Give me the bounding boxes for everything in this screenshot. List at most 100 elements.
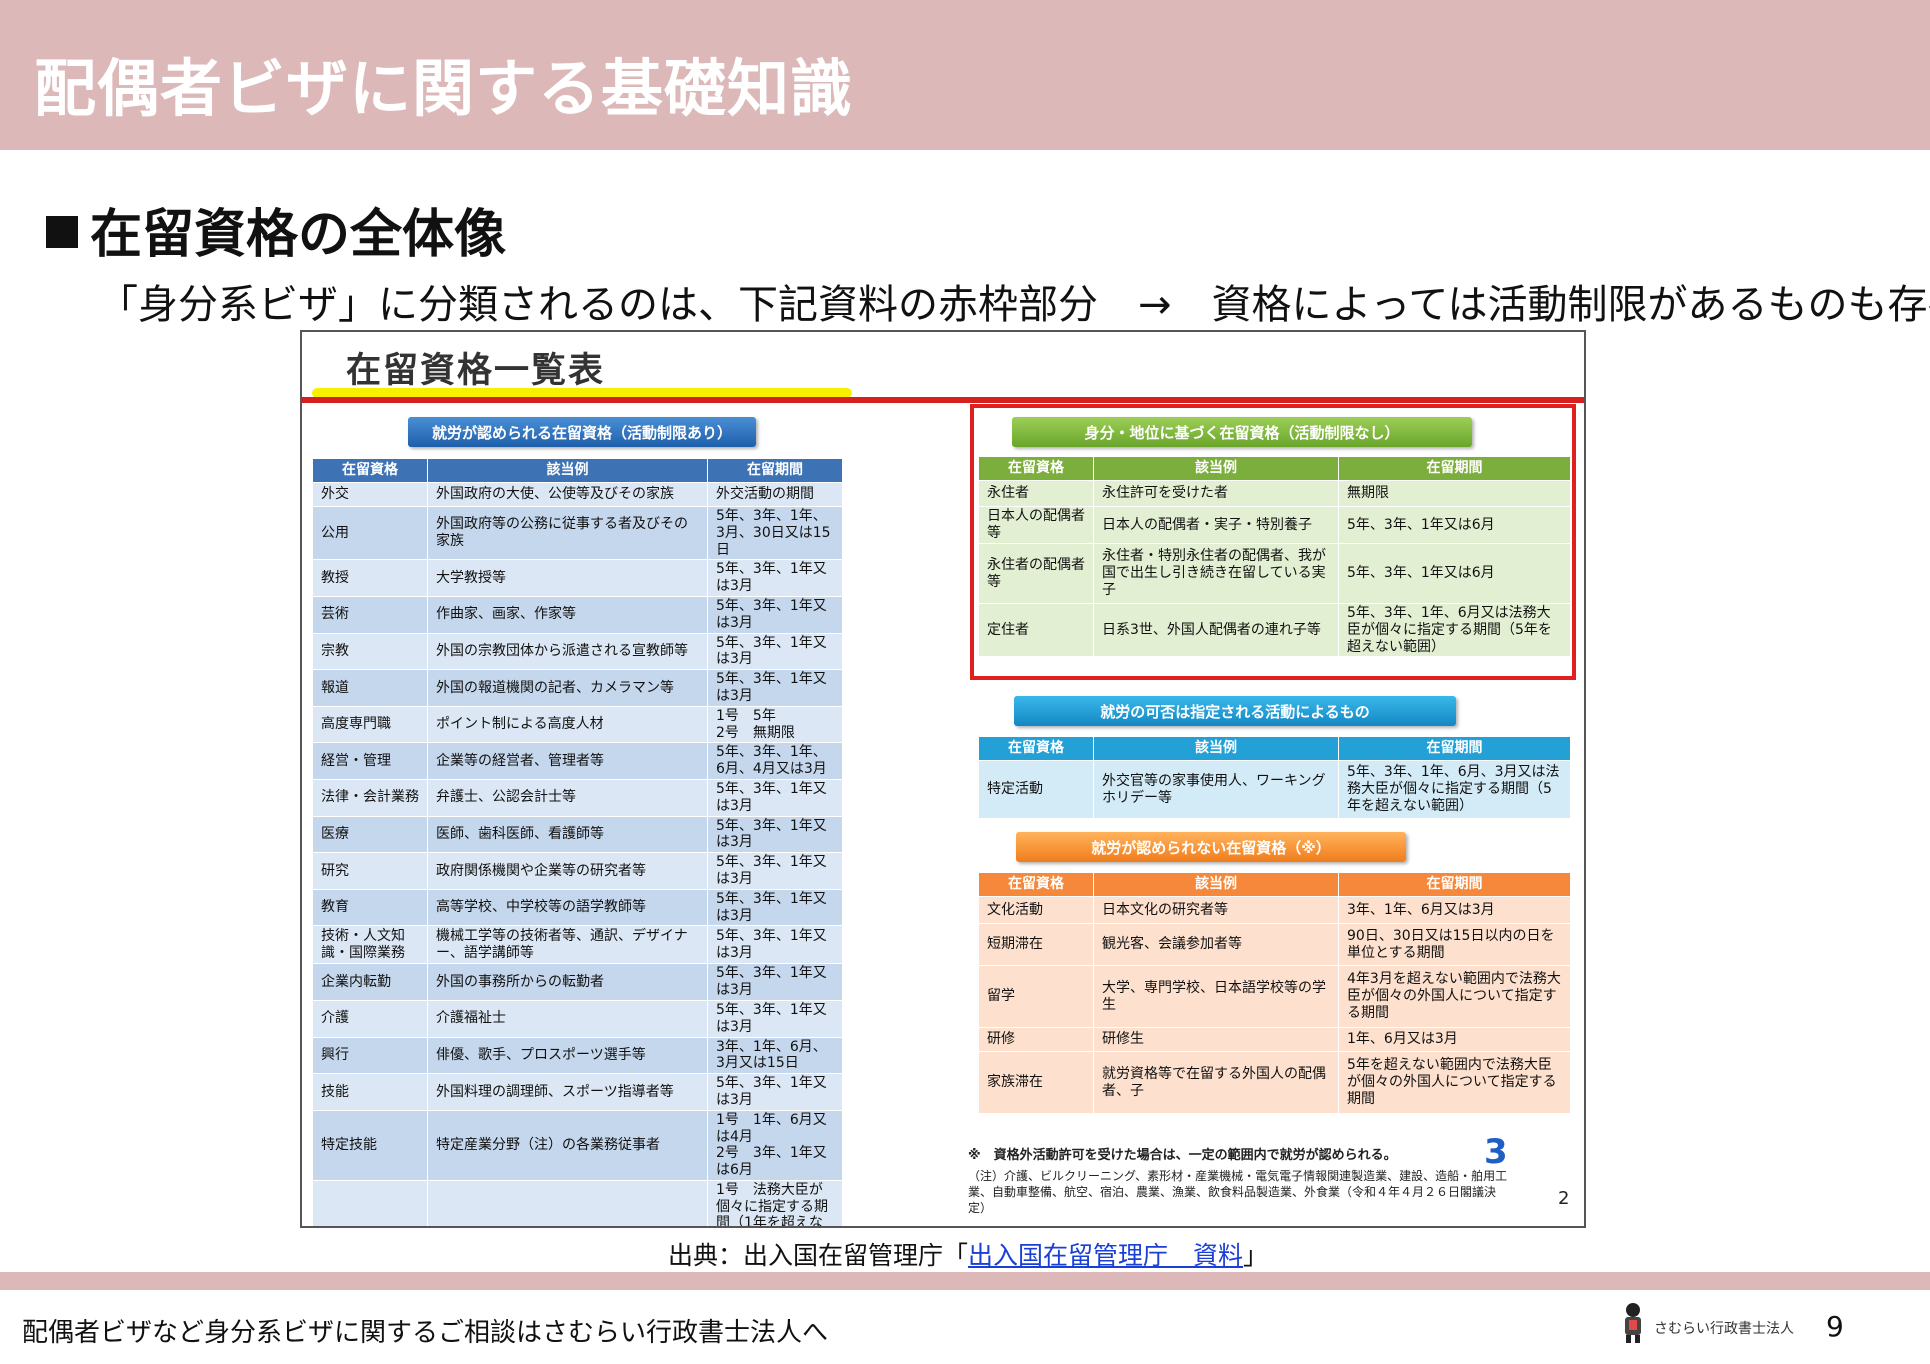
designated-activities-table: 在留資格 該当例 在留期間 特定活動 外交官等の家事使用人、ワーキングホリデー等 5年、3… xyxy=(978,736,1571,819)
slide-number-badge: 3 xyxy=(1484,1132,1508,1172)
header-bar: 配偶者ビザに関する基礎知識 xyxy=(0,0,1930,150)
period-cell: 4年3月を超えない範囲内で法務大臣が個々の外国人について指定する期間 xyxy=(1338,965,1571,1028)
example-cell: 外国政府等の公務に従事する者及びその家族 xyxy=(427,505,708,561)
table-row: 高度専門職 ポイント制による高度人材 1号 5年 2号 無期限 xyxy=(312,705,843,744)
square-bullet-icon xyxy=(46,216,78,248)
table-row: 家族滞在 就労資格等で在留する外国人の配偶者、子 5年を超えない範囲内で法務大臣が個… xyxy=(978,1051,1571,1114)
period-cell: 1号 5年 2号 無期限 xyxy=(707,705,843,744)
status-cell: 技術・人文知識・国際業務 xyxy=(312,925,428,965)
period-cell: 5年、3年、1年、3月、30日又は15日 xyxy=(707,505,843,561)
period-cell: 5年、3年、1年又は3月 xyxy=(707,559,843,597)
table-row: 研究 政府関係機関や企業等の研究者等 5年、3年、1年又は3月 xyxy=(312,852,843,890)
status-cell: 興行 xyxy=(312,1036,428,1075)
example-cell: 俳優、歌手、プロスポーツ選手等 xyxy=(427,1036,708,1075)
period-cell: 1号 1年、6月又は4月 2号 3年、1年又は6月 xyxy=(707,1109,843,1181)
table-row: 技術・人文知識・国際業務 機械工学等の技術者等、通訳、デザイナー、語学講師等 5年、… xyxy=(312,925,843,965)
table-row: 文化活動 日本文化の研究者等 3年、1年、6月又は3月 xyxy=(978,896,1571,924)
period-cell: 5年、3年、1年又は3月 xyxy=(707,888,843,927)
table-row: 技能実習技能実習生1号 法務大臣が個々に指定する期間（1年を超えない範囲） 2号… xyxy=(312,1179,843,1226)
example-cell: 大学教授等 xyxy=(427,559,708,597)
residence-status-document: 在留資格一覧表 就労が認められる在留資格（活動制限あり） 在留資格 該当例 在留期間… xyxy=(300,330,1586,1228)
table-row: 研修 研修生 1年、6月又は3月 xyxy=(978,1027,1571,1052)
status-cell: 医療 xyxy=(312,815,428,854)
table-row: 留学 大学、専門学校、日本語学校等の学生 4年3月を超えない範囲内で法務大臣が個々の… xyxy=(978,965,1571,1028)
period-cell: 5年、3年、1年、6月、4月又は3月 xyxy=(707,742,843,780)
table-row: 経営・管理 企業等の経営者、管理者等 5年、3年、1年、6月、4月又は3月 xyxy=(312,742,843,780)
period-cell: 5年を超えない範囲内で法務大臣が個々の外国人について指定する期間 xyxy=(1338,1051,1571,1114)
work-allowed-label: 就労が認められる在留資格（活動制限あり） xyxy=(408,417,756,447)
header-row: 在留資格 該当例 在留期間 xyxy=(978,872,1571,897)
table-row: 芸術 作曲家、画家、作家等 5年、3年、1年又は3月 xyxy=(312,595,843,634)
period-cell: 3年、1年、6月又は3月 xyxy=(1338,896,1571,924)
status-cell: 家族滞在 xyxy=(978,1051,1094,1114)
table-row: 企業内転勤 外国の事務所からの転勤者 5年、3年、1年又は3月 xyxy=(312,963,843,1001)
logo-text: さむらい行政書士法人 xyxy=(1654,1321,1794,1337)
period-cell: 5年、3年、1年又は3月 xyxy=(707,595,843,634)
example-cell: 外国料理の調理師、スポーツ指導者等 xyxy=(427,1073,708,1111)
example-cell: 日本文化の研究者等 xyxy=(1093,896,1339,924)
column-header: 該当例 xyxy=(1093,736,1339,761)
example-cell: 外国の宗教団体から派遣される宣教師等 xyxy=(427,632,708,671)
column-header: 該当例 xyxy=(1093,872,1339,897)
document-title: 在留資格一覧表 xyxy=(346,351,606,391)
header-row: 在留資格 該当例 在留期間 xyxy=(312,458,843,483)
header-row: 在留資格 該当例 在留期間 xyxy=(978,736,1571,761)
period-cell: 5年、3年、1年又は3月 xyxy=(707,1073,843,1111)
period-cell: 5年、3年、1年又は3月 xyxy=(707,632,843,671)
status-cell: 芸術 xyxy=(312,595,428,634)
table-row: 短期滞在 観光客、会議参加者等 90日、30日又は15日以内の日を単位とする期間 xyxy=(978,923,1571,966)
highlight-red-frame xyxy=(970,404,1576,680)
status-cell: 特定活動 xyxy=(978,760,1094,819)
page-number: 9 xyxy=(1826,1310,1844,1343)
period-cell: 90日、30日又は15日以内の日を単位とする期間 xyxy=(1338,923,1571,966)
column-header: 在留資格 xyxy=(312,458,428,483)
period-cell: 3年、1年、6月、3月又は15日 xyxy=(707,1036,843,1075)
section-heading-text: 在留資格の全体像 xyxy=(90,205,507,265)
status-cell: 公用 xyxy=(312,505,428,561)
status-cell: 技能実習 xyxy=(312,1179,428,1226)
table-row: 法律・会計業務 弁護士、公認会計士等 5年、3年、1年又は3月 xyxy=(312,778,843,817)
status-cell: 経営・管理 xyxy=(312,742,428,780)
status-cell: 法律・会計業務 xyxy=(312,778,428,817)
status-cell: 留学 xyxy=(978,965,1094,1028)
table-row: 教育 高等学校、中学校等の語学教師等 5年、3年、1年又は3月 xyxy=(312,888,843,927)
table-row: 特定活動 外交官等の家事使用人、ワーキングホリデー等 5年、3年、1年、6月、3月又… xyxy=(978,760,1571,819)
source-link[interactable]: 出入国在留管理庁 資料 xyxy=(968,1241,1243,1270)
footer-band xyxy=(0,1272,1930,1290)
period-cell: 1年、6月又は3月 xyxy=(1338,1027,1571,1052)
example-cell: 外国政府の大使、公使等及びその家族 xyxy=(427,482,708,507)
title-underline xyxy=(302,397,1584,403)
status-cell: 短期滞在 xyxy=(978,923,1094,966)
note-sub: （注）介護、ビルクリーニング、素形材・産業機械・電気電子情報関連製造業、建設、造… xyxy=(968,1169,1508,1216)
example-cell: 高等学校、中学校等の語学教師等 xyxy=(427,888,708,927)
example-cell: 大学、専門学校、日本語学校等の学生 xyxy=(1093,965,1339,1028)
example-cell: 機械工学等の技術者等、通訳、デザイナー、語学講師等 xyxy=(427,925,708,965)
source-citation: 出典：出入国在留管理庁「出入国在留管理庁 資料」 xyxy=(668,1236,1268,1272)
section-heading: 在留資格の全体像 xyxy=(46,192,506,267)
source-suffix: 」 xyxy=(1243,1241,1269,1270)
table-row: 教授 大学教授等 5年、3年、1年又は3月 xyxy=(312,559,843,597)
example-cell: 医師、歯科医師、看護師等 xyxy=(427,815,708,854)
column-header: 在留資格 xyxy=(978,736,1094,761)
table-row: 特定技能 特定産業分野（注）の各業務従事者 1号 1年、6月又は4月 2号 3年、1… xyxy=(312,1109,843,1181)
example-cell: 技能実習生 xyxy=(427,1179,708,1226)
note-main: ※ 資格外活動許可を受けた場合は、一定の範囲内で就労が認められる。 xyxy=(968,1148,1397,1163)
column-header: 該当例 xyxy=(427,458,708,483)
table-row: 医療 医師、歯科医師、看護師等 5年、3年、1年又は3月 xyxy=(312,815,843,854)
status-cell: 研究 xyxy=(312,852,428,890)
example-cell: 介護福祉士 xyxy=(427,999,708,1038)
period-cell: 5年、3年、1年又は3月 xyxy=(707,925,843,965)
status-cell: 報道 xyxy=(312,669,428,707)
period-cell: 1号 法務大臣が個々に指定する期間（1年を超えない範囲） 2号及び3号 法務大臣… xyxy=(707,1179,843,1226)
example-cell: 観光客、会議参加者等 xyxy=(1093,923,1339,966)
example-cell: 弁護士、公認会計士等 xyxy=(427,778,708,817)
work-allowed-table: 在留資格 該当例 在留期間 外交 外国政府の大使、公使等及びその家族 外交活動の期間 公用外… xyxy=(312,458,843,1226)
period-cell: 5年、3年、1年又は3月 xyxy=(707,999,843,1038)
no-work-table: 在留資格 該当例 在留期間 文化活動 日本文化の研究者等 3年、1年、6月又は3月 短期滞在… xyxy=(978,872,1571,1114)
example-cell: 研修生 xyxy=(1093,1027,1339,1052)
status-cell: 教育 xyxy=(312,888,428,927)
column-header: 在留期間 xyxy=(1338,736,1571,761)
table-row: 外交 外国政府の大使、公使等及びその家族 外交活動の期間 xyxy=(312,482,843,507)
period-cell: 5年、3年、1年又は3月 xyxy=(707,778,843,817)
example-cell: 特定産業分野（注）の各業務従事者 xyxy=(427,1109,708,1181)
